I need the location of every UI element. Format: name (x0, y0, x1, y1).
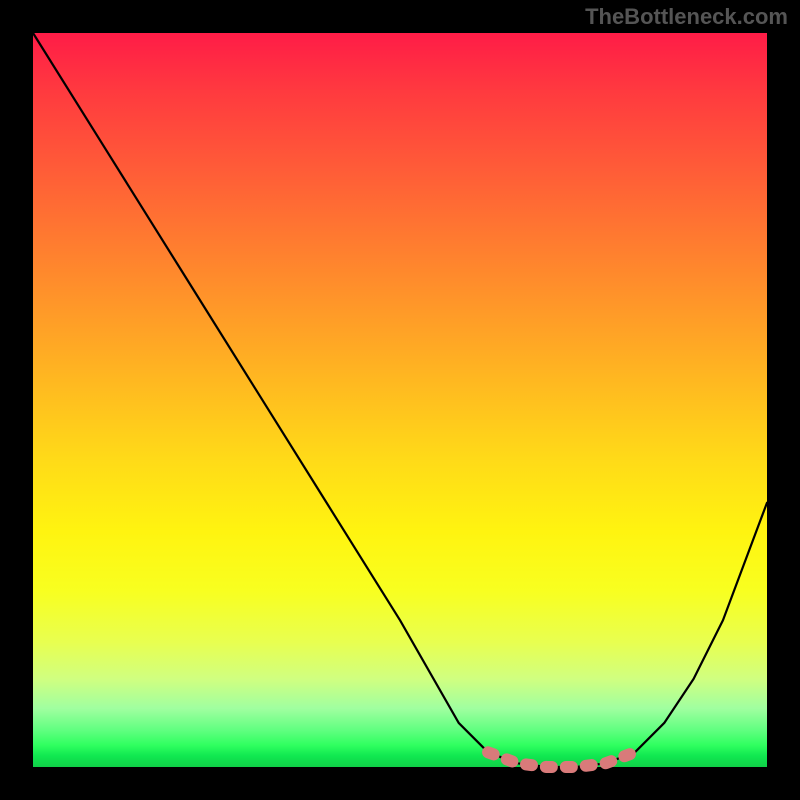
chart-container: TheBottleneck.com (0, 0, 800, 800)
bottleneck-curve (33, 33, 767, 767)
chart-svg (33, 33, 767, 767)
optimal-range-highlight (488, 752, 635, 767)
watermark-text: TheBottleneck.com (585, 4, 788, 30)
